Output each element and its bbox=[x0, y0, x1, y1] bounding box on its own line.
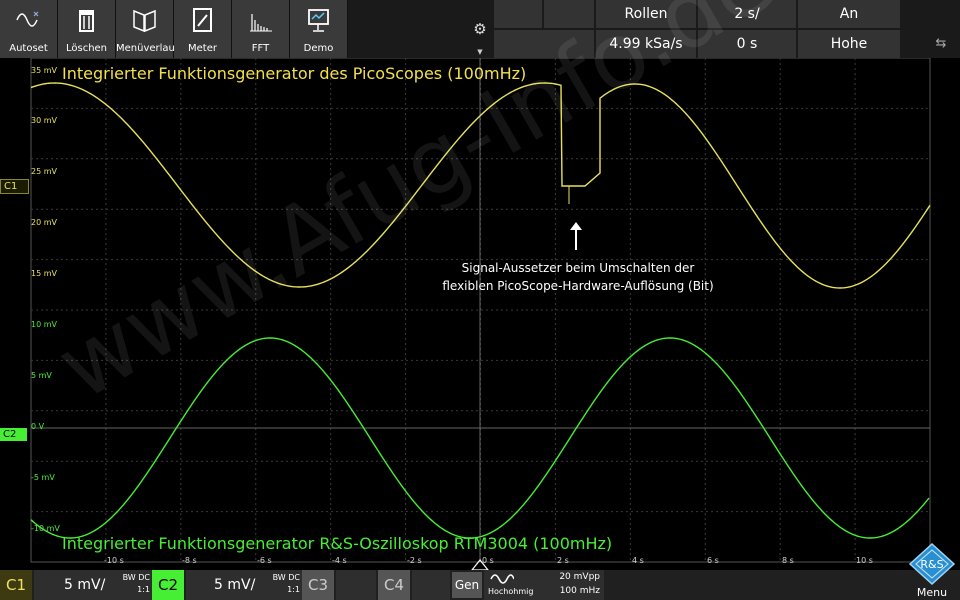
ch1-waveform-label: Integrierter Funktionsgenerator des Pico… bbox=[62, 64, 527, 83]
meter-button[interactable]: Meter bbox=[174, 0, 232, 58]
demo-icon bbox=[308, 9, 329, 32]
chevron-down-icon: ▼ bbox=[477, 48, 483, 56]
ch1-tick-label: 25 mV bbox=[31, 167, 57, 176]
ch2-tick-label: -10 mV bbox=[31, 524, 60, 533]
x-tick-label: 4 s bbox=[632, 556, 644, 565]
demo-label: Demo bbox=[303, 43, 334, 54]
ch3-settings[interactable] bbox=[336, 570, 376, 600]
clear-label: Löschen bbox=[65, 43, 108, 54]
x-tick-label: -2 s bbox=[407, 556, 422, 565]
acq-state[interactable]: An bbox=[798, 0, 900, 28]
x-tick-label: 8 s bbox=[782, 556, 794, 565]
usb-icon: ⇆ bbox=[935, 36, 947, 51]
ch1-coupling: BW DC 1:1 bbox=[120, 572, 150, 596]
menu-history-button[interactable]: Menüverlauf bbox=[116, 0, 179, 58]
ch1-tick-label: 35 mV bbox=[31, 66, 57, 75]
x-tick-label: -8 s bbox=[182, 556, 197, 565]
ch2-probe: 1:1 bbox=[287, 585, 300, 594]
dropout-annotation: Signal-Aussetzer beim Umschalten der fle… bbox=[430, 259, 726, 295]
fft-label: FFT bbox=[251, 43, 270, 54]
ch1-tag[interactable]: C1 bbox=[0, 570, 32, 600]
rs-logo-icon: R&S bbox=[908, 542, 956, 586]
x-tick-label: -10 s bbox=[104, 556, 124, 565]
meter-icon bbox=[193, 8, 212, 32]
x-tick-label: 2 s bbox=[557, 556, 569, 565]
generator-settings[interactable]: Hochohmig 20 mVpp 100 mHz bbox=[484, 570, 604, 600]
resolution-mode[interactable]: Hohe Auflösung bbox=[798, 30, 900, 80]
x-tick-label: -4 s bbox=[332, 556, 347, 565]
ch4-settings[interactable] bbox=[412, 570, 450, 600]
bottom-channel-bar: C1 5 mV/ BW DC 1:1 C2 5 mV/ BW DC 1:1 C3… bbox=[0, 570, 960, 600]
autoset-icon bbox=[16, 11, 39, 27]
ch2-coupling-text: BW DC bbox=[272, 573, 300, 582]
menu-history-icon bbox=[133, 9, 156, 33]
ch1-tick-label: 15 mV bbox=[31, 269, 57, 278]
ch2-tick-label: 5 mV bbox=[31, 371, 52, 380]
x-tick-label: 10 s bbox=[856, 556, 873, 565]
ch1-tick-label: 20 mV bbox=[31, 218, 57, 227]
generator-impedance: Hochohmig bbox=[488, 587, 534, 596]
annotation-line-1: Signal-Aussetzer beim Umschalten der bbox=[461, 261, 695, 275]
menu-button[interactable]: R&S Menu bbox=[904, 540, 960, 600]
fft-icon bbox=[250, 14, 272, 32]
ch1-coupling-text: BW DC bbox=[122, 573, 150, 582]
ch1-tick-label: 30 mV bbox=[31, 116, 57, 125]
annotation-line-2: flexiblen PicoScope-Hardware-Auflösung (… bbox=[442, 279, 714, 293]
autoset-button[interactable]: Autoset bbox=[0, 0, 58, 58]
gear-icon: ⚙ bbox=[473, 20, 487, 38]
ch1-probe: 1:1 bbox=[137, 585, 150, 594]
svg-text:R&S: R&S bbox=[920, 558, 943, 571]
generator-amplitude: 20 mVpp bbox=[559, 572, 600, 582]
sine-wave-icon bbox=[490, 574, 514, 584]
ch2-waveform-label: Integrierter Funktionsgenerator R&S-Oszi… bbox=[62, 534, 613, 553]
ch2-tick-label: -5 mV bbox=[31, 473, 55, 482]
fft-button[interactable]: FFT bbox=[232, 0, 290, 58]
ch1-scale[interactable]: 5 mV/ bbox=[64, 570, 105, 600]
generator-tag[interactable]: Gen bbox=[452, 572, 482, 598]
x-tick-label: -6 s bbox=[257, 556, 272, 565]
meter-label: Meter bbox=[188, 43, 217, 54]
demo-button[interactable]: Demo bbox=[290, 0, 348, 58]
x-tick-label: 0 s bbox=[482, 556, 494, 565]
clear-button[interactable]: Löschen bbox=[58, 0, 116, 58]
top-toolbar: Autoset Löschen Menüverlauf Meter FFT De… bbox=[0, 0, 960, 80]
ch2-tag[interactable]: C2 bbox=[152, 570, 184, 600]
menu-label: Menu bbox=[916, 586, 948, 599]
menu-history-label: Menüverlauf bbox=[116, 43, 179, 54]
ch2-offset-marker[interactable]: C2 bbox=[0, 428, 27, 441]
ch1-offset-marker[interactable]: C1 bbox=[0, 179, 29, 194]
ch3-tag[interactable]: C3 bbox=[302, 570, 334, 600]
autoset-label: Autoset bbox=[9, 43, 48, 54]
ch2-tick-label: 10 mV bbox=[31, 320, 57, 329]
ch2-scale[interactable]: 5 mV/ bbox=[214, 570, 255, 600]
ch2-tick-label: 0 V bbox=[31, 422, 45, 431]
generator-frequency: 100 mHz bbox=[559, 586, 600, 596]
ch4-tag[interactable]: C4 bbox=[378, 570, 410, 600]
x-tick-label: 6 s bbox=[707, 556, 719, 565]
acq-blank-1 bbox=[494, 0, 542, 28]
gear-button[interactable]: ⚙ ▼ bbox=[468, 0, 492, 58]
ch2-coupling: BW DC 1:1 bbox=[270, 572, 300, 596]
annotation-arrow-head bbox=[570, 222, 582, 230]
waveform-display[interactable]: www.Afug-Info.de C1 C2 35 mV 30 mV 25 mV… bbox=[0, 0, 960, 570]
trash-icon bbox=[79, 10, 94, 32]
